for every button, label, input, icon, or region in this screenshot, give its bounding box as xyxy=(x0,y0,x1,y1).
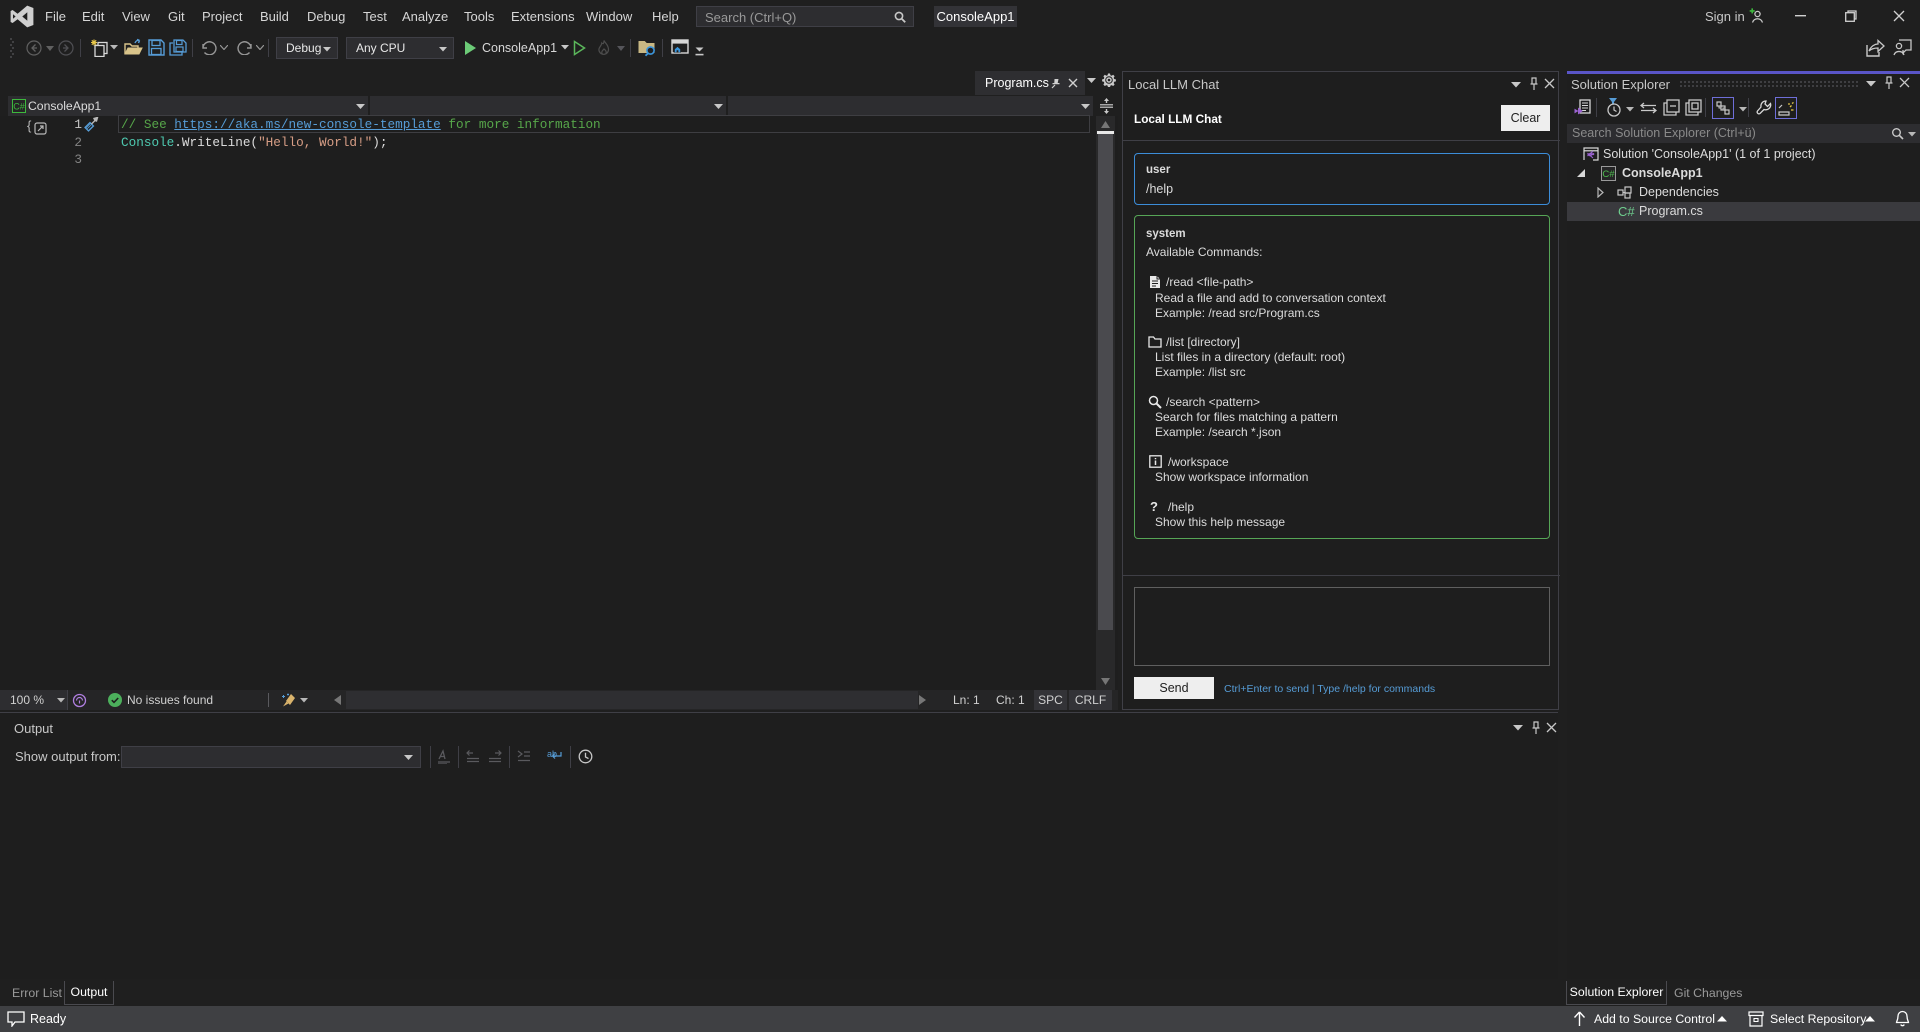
svg-text:C#: C# xyxy=(1618,204,1635,218)
svg-text:ab: ab xyxy=(547,749,557,759)
svg-text:C#: C# xyxy=(13,102,25,112)
svg-text:C#: C# xyxy=(1602,169,1615,180)
